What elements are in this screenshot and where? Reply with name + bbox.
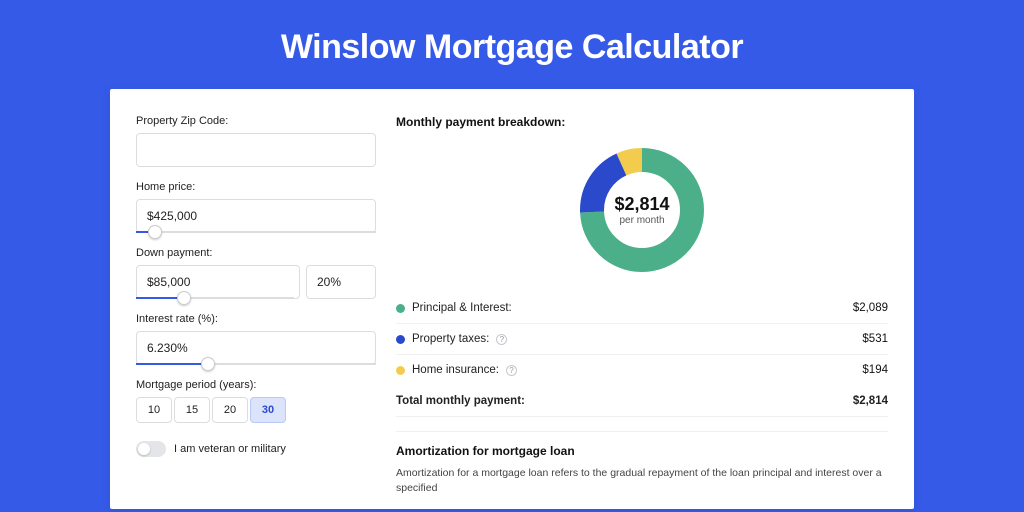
donut-chart: $2,814 per month	[396, 145, 888, 275]
calculator-card: Property Zip Code: Home price: Down paym…	[110, 89, 914, 509]
period-btn-30[interactable]: 30	[250, 397, 286, 423]
period-btn-20[interactable]: 20	[212, 397, 248, 423]
amort-text: Amortization for a mortgage loan refers …	[396, 466, 888, 495]
donut-amount: $2,814	[614, 194, 669, 215]
down-payment-input[interactable]	[136, 265, 300, 299]
interest-input[interactable]	[136, 331, 376, 365]
help-icon[interactable]: ?	[496, 334, 507, 345]
home-price-input[interactable]	[136, 199, 376, 233]
zip-field: Property Zip Code:	[136, 115, 376, 167]
breakdown-title: Monthly payment breakdown:	[396, 115, 888, 129]
toggle-knob	[138, 443, 150, 455]
total-row: Total monthly payment: $2,814	[396, 385, 888, 417]
legend-row: Property taxes:? $531	[396, 324, 888, 355]
legend-value: $2,089	[853, 302, 888, 314]
form-panel: Property Zip Code: Home price: Down paym…	[136, 115, 376, 509]
legend-label: Home insurance:	[412, 364, 499, 376]
page-title: Winslow Mortgage Calculator	[0, 0, 1024, 89]
slider-thumb[interactable]	[177, 291, 191, 305]
total-label: Total monthly payment:	[396, 395, 525, 407]
slider-thumb[interactable]	[148, 225, 162, 239]
veteran-label: I am veteran or military	[174, 443, 286, 455]
legend-row: Home insurance:? $194	[396, 355, 888, 385]
home-price-label: Home price:	[136, 181, 376, 193]
period-btn-10[interactable]: 10	[136, 397, 172, 423]
period-btn-15[interactable]: 15	[174, 397, 210, 423]
period-label: Mortgage period (years):	[136, 379, 376, 391]
legend-label: Principal & Interest:	[412, 302, 512, 314]
down-payment-field: Down payment:	[136, 247, 376, 299]
period-buttons: 10152030	[136, 397, 376, 423]
period-field: Mortgage period (years): 10152030	[136, 379, 376, 423]
legend-row: Principal & Interest: $2,089	[396, 293, 888, 324]
down-payment-label: Down payment:	[136, 247, 376, 259]
legend: Principal & Interest: $2,089 Property taxe…	[396, 293, 888, 385]
help-icon[interactable]: ?	[506, 365, 517, 376]
legend-label: Property taxes:	[412, 333, 489, 345]
interest-slider[interactable]	[136, 363, 376, 365]
legend-value: $531	[862, 333, 888, 345]
amort-title: Amortization for mortgage loan	[396, 444, 888, 458]
legend-dot	[396, 335, 405, 344]
interest-label: Interest rate (%):	[136, 313, 376, 325]
slider-thumb[interactable]	[201, 357, 215, 371]
veteran-toggle[interactable]	[136, 441, 166, 457]
legend-value: $194	[862, 364, 888, 376]
veteran-row: I am veteran or military	[136, 441, 376, 457]
legend-dot	[396, 366, 405, 375]
home-price-slider[interactable]	[136, 231, 376, 233]
home-price-field: Home price:	[136, 181, 376, 233]
breakdown-panel: Monthly payment breakdown: $2,814 per mo…	[396, 115, 888, 509]
zip-label: Property Zip Code:	[136, 115, 376, 127]
zip-input[interactable]	[136, 133, 376, 167]
donut-sub: per month	[619, 215, 664, 226]
total-value: $2,814	[853, 395, 888, 407]
legend-dot	[396, 304, 405, 313]
amortization-section: Amortization for mortgage loan Amortizat…	[396, 431, 888, 495]
down-payment-slider[interactable]	[136, 297, 294, 299]
interest-field: Interest rate (%):	[136, 313, 376, 365]
down-payment-pct-input[interactable]	[306, 265, 376, 299]
